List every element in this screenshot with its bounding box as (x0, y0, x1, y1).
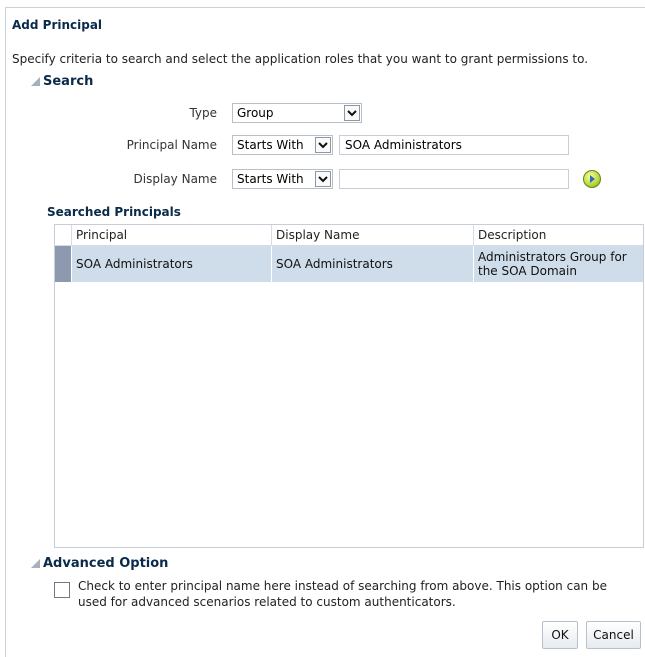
search-header-label: Search (43, 74, 94, 89)
type-label: Type (189, 106, 217, 120)
display-name-operator-select[interactable]: Starts With (232, 169, 333, 189)
add-principal-dialog: Add Principal Specify criteria to search… (0, 0, 645, 657)
advanced-option-label: Advanced Option (43, 556, 169, 571)
chevron-down-icon[interactable] (315, 137, 331, 153)
column-header-principal[interactable]: Principal (71, 225, 271, 245)
cancel-button[interactable]: Cancel (586, 621, 641, 649)
cell-description: Administrators Group for the SOA Domain (473, 246, 643, 282)
display-name-input[interactable] (339, 169, 569, 189)
ok-button[interactable]: OK (542, 621, 578, 649)
type-select[interactable]: Group (232, 103, 362, 123)
display-name-label: Display Name (133, 172, 217, 186)
principal-name-operator-value: Starts With (237, 138, 304, 152)
table-row[interactable]: SOA Administrators SOA Administrators Ad… (55, 246, 643, 282)
principal-name-operator-select[interactable]: Starts With (232, 135, 333, 155)
chevron-down-icon[interactable] (315, 171, 331, 187)
chevron-down-icon[interactable] (344, 105, 360, 121)
advanced-option-description: Check to enter principal name here inste… (78, 579, 607, 609)
search-section-header[interactable]: Search (31, 74, 93, 89)
searched-principals-table: Principal Display Name Description SOA A… (54, 224, 644, 548)
searched-principals-header: Searched Principals (47, 205, 181, 219)
cell-principal: SOA Administrators (71, 246, 271, 282)
row-selection-marker[interactable] (55, 246, 71, 282)
disclosure-triangle-icon (31, 559, 40, 568)
dialog-title: Add Principal (12, 18, 103, 32)
display-name-operator-value: Starts With (237, 172, 304, 186)
advanced-option-checkbox[interactable] (54, 582, 70, 598)
table-header-row: Principal Display Name Description (55, 225, 643, 246)
row-marker-header (55, 225, 71, 245)
principal-name-input[interactable]: SOA Administrators (339, 135, 569, 155)
advanced-option-header[interactable]: Advanced Option (31, 556, 168, 571)
cell-display-name: SOA Administrators (271, 246, 473, 282)
column-header-description[interactable]: Description (473, 225, 643, 245)
principal-name-label: Principal Name (126, 138, 217, 152)
intro-text: Specify criteria to search and select th… (12, 52, 589, 66)
column-header-display-name[interactable]: Display Name (271, 225, 473, 245)
go-arrow-icon[interactable] (583, 170, 601, 188)
disclosure-triangle-icon (31, 77, 40, 86)
type-select-value: Group (237, 106, 274, 120)
